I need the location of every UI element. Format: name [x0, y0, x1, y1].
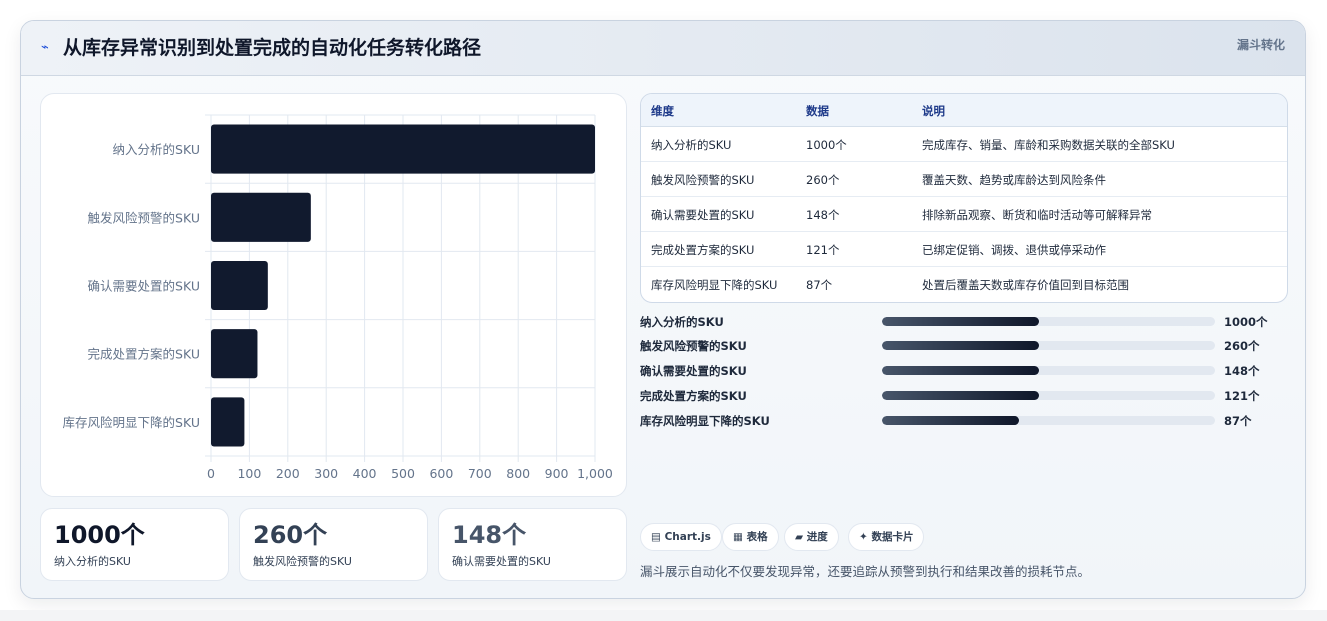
bar-1: [211, 192, 311, 242]
progress-fill: [882, 317, 1039, 326]
table-row: 确认需要处置的SKU 148个 排除新品观察、断货和临时活动等可解释异常: [641, 197, 1287, 232]
bar-4: [211, 397, 245, 447]
x-tick-label: 500: [391, 466, 415, 481]
x-tick-label: 700: [468, 466, 492, 481]
progress-value: 121个: [1224, 389, 1260, 403]
kpi-value: 148个: [452, 521, 527, 549]
footnote: 漏斗展示自动化不仅要发现异常，还要追踪从预警到执行和结果改善的损耗节点。: [640, 564, 1091, 579]
table-row: 触发风险预警的SKU 260个 覆盖天数、趋势或库龄达到风险条件: [641, 162, 1287, 197]
x-tick-label: 1,000: [577, 466, 613, 481]
bar-0: [211, 124, 595, 174]
table-cell: 库存风险明显下降的SKU: [651, 278, 778, 292]
kpi-value: 260个: [253, 521, 328, 549]
progress-value: 1000个: [1224, 315, 1268, 329]
sparkle-icon: ✦: [859, 531, 868, 543]
category-tag: 漏斗转化: [1236, 38, 1285, 52]
table-cell: 处置后覆盖天数或库存价值回到目标范围: [922, 278, 1129, 292]
table-cell: 1000个: [806, 138, 847, 152]
progress-track: [882, 391, 1215, 400]
table-header-description: 说明: [922, 104, 945, 118]
x-tick-label: 100: [237, 466, 261, 481]
table-row: 库存风险明显下降的SKU 87个 处置后覆盖天数或库存价值回到目标范围: [641, 267, 1287, 302]
table-header-dimension: 维度: [651, 104, 674, 118]
chip-data-card[interactable]: ✦ 数据卡片: [848, 523, 925, 551]
progress-track: [882, 341, 1215, 350]
kpi-label: 触发风险预警的SKU: [253, 555, 352, 568]
table-cell: 触发风险预警的SKU: [651, 173, 755, 187]
progress-label: 完成处置方案的SKU: [640, 389, 747, 403]
y-tick-label: 库存风险明显下降的SKU: [63, 415, 200, 430]
progress-track: [882, 366, 1215, 375]
table-cell: 纳入分析的SKU: [651, 138, 732, 152]
y-tick-label: 完成处置方案的SKU: [88, 347, 200, 362]
chip-table[interactable]: ▦ 表格: [722, 523, 779, 551]
progress-row: 库存风险明显下降的SKU 87个: [640, 412, 1288, 432]
table-cell: 完成处置方案的SKU: [651, 243, 755, 257]
table-cell: 覆盖天数、趋势或库龄达到风险条件: [922, 173, 1106, 187]
progress-fill: [882, 366, 1039, 375]
table-cell: 确认需要处置的SKU: [651, 208, 755, 222]
progress-label: 触发风险预警的SKU: [640, 339, 747, 353]
trend-icon: ⌁: [41, 40, 49, 55]
y-tick-label: 触发风险预警的SKU: [88, 210, 200, 225]
progress-value: 148个: [1224, 364, 1260, 378]
bar-2: [211, 260, 268, 311]
progress-row: 纳入分析的SKU 1000个: [640, 313, 1288, 333]
progress-fill: [882, 391, 1039, 400]
table-cell: 完成库存、销量、库龄和采购数据关联的全部SKU: [922, 138, 1175, 152]
funnel-bar-chart: 纳入分析的SKU 触发风险预警的SKU 确认需要处置的SKU 完成处置方案的SKU 库存…: [63, 114, 613, 481]
table-cell: 260个: [806, 173, 840, 187]
y-tick-label: 纳入分析的SKU: [113, 142, 200, 157]
progress-icon: ▰: [795, 531, 804, 543]
progress-track: [882, 416, 1215, 425]
table-header-data: 数据: [806, 104, 829, 118]
table-row: 纳入分析的SKU 1000个 完成库存、销量、库龄和采购数据关联的全部SKU: [641, 127, 1287, 162]
table-cell: 排除新品观察、断货和临时活动等可解释异常: [922, 208, 1152, 222]
bar-3: [211, 329, 258, 379]
table-header: 维度 数据 说明: [641, 94, 1287, 127]
x-tick-label: 300: [314, 466, 338, 481]
kpi-value: 1000个: [54, 521, 145, 549]
chart-icon: ▤: [651, 531, 661, 543]
x-tick-label: 800: [506, 466, 530, 481]
page-title: 从库存异常识别到处置完成的自动化任务转化路径: [63, 37, 482, 59]
kpi-label: 确认需要处置的SKU: [452, 555, 551, 568]
x-tick-label: 200: [276, 466, 300, 481]
table-cell: 148个: [806, 208, 840, 222]
table-cell: 87个: [806, 278, 833, 292]
y-tick-label: 确认需要处置的SKU: [88, 279, 200, 294]
progress-row: 确认需要处置的SKU 148个: [640, 362, 1288, 382]
kpi-card-1: 1000个 纳入分析的SKU: [40, 508, 229, 581]
progress-label: 库存风险明显下降的SKU: [640, 414, 770, 428]
chip-progress[interactable]: ▰ 进度: [784, 523, 839, 551]
progress-fill: [882, 416, 1019, 425]
kpi-label: 纳入分析的SKU: [54, 555, 131, 568]
progress-label: 纳入分析的SKU: [640, 315, 724, 329]
table-cell: 已绑定促销、调拨、退供或停采动作: [922, 243, 1106, 257]
progress-label: 确认需要处置的SKU: [640, 364, 747, 378]
table-icon: ▦: [733, 531, 743, 543]
progress-track: [882, 317, 1215, 326]
x-tick-label: 900: [545, 466, 569, 481]
page-footer-strip: [0, 610, 1327, 621]
card-header: ⌁ 从库存异常识别到处置完成的自动化任务转化路径 漏斗转化: [21, 21, 1305, 76]
chip-chartjs[interactable]: ▤ Chart.js: [640, 523, 722, 551]
table-cell: 121个: [806, 243, 840, 257]
progress-fill: [882, 341, 1039, 350]
table-row: 完成处置方案的SKU 121个 已绑定促销、调拨、退供或停采动作: [641, 232, 1287, 267]
progress-value: 87个: [1224, 414, 1252, 428]
dashboard-card: ⌁ 从库存异常识别到处置完成的自动化任务转化路径 漏斗转化 纳入分析的SKU 触发…: [20, 20, 1306, 599]
data-table: 维度 数据 说明 纳入分析的SKU 1000个 完成库存、销量、库龄和采购数据关…: [640, 93, 1288, 303]
kpi-card-2: 260个 触发风险预警的SKU: [239, 508, 428, 581]
progress-value: 260个: [1224, 339, 1260, 353]
funnel-chart-panel: 纳入分析的SKU 触发风险预警的SKU 确认需要处置的SKU 完成处置方案的SKU 库存…: [40, 93, 627, 497]
x-tick-label: 600: [429, 466, 453, 481]
kpi-card-3: 148个 确认需要处置的SKU: [438, 508, 627, 581]
progress-row: 完成处置方案的SKU 121个: [640, 387, 1288, 407]
x-tick-label: 0: [207, 466, 215, 481]
x-tick-label: 400: [353, 466, 377, 481]
progress-row: 触发风险预警的SKU 260个: [640, 337, 1288, 357]
